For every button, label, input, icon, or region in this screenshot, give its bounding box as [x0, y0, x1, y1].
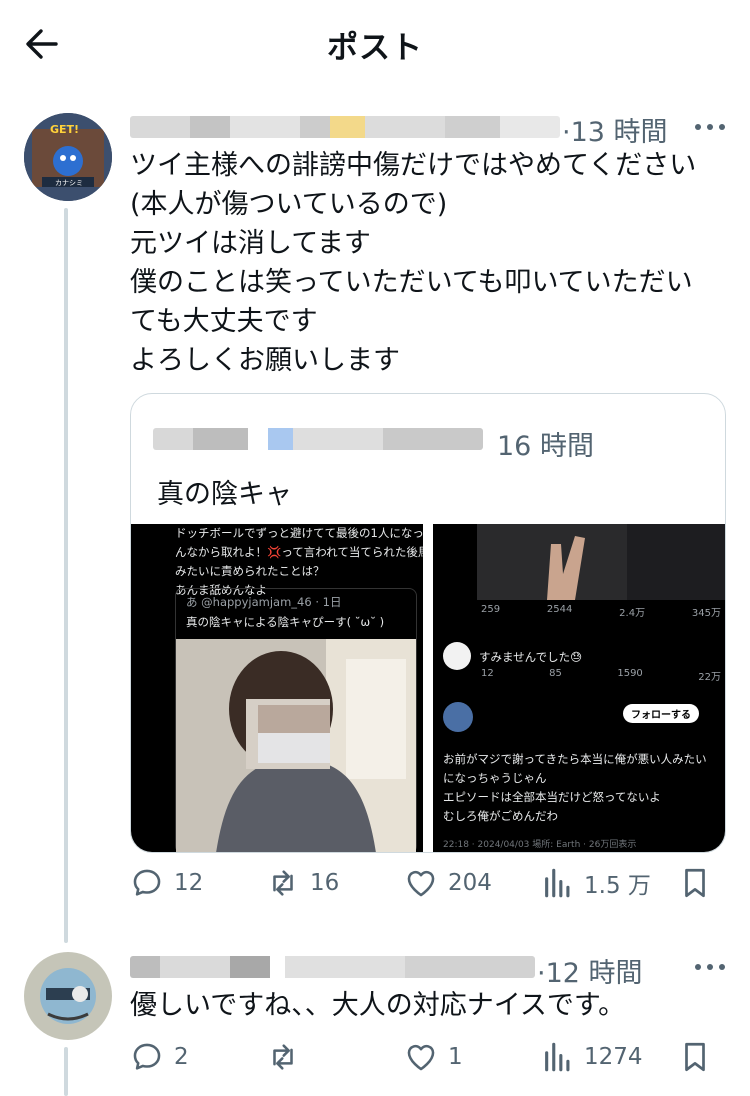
more-button[interactable] — [692, 957, 728, 977]
repost-icon — [273, 870, 293, 896]
like-count: 1 — [448, 1044, 463, 1070]
reply-icon — [133, 1043, 161, 1070]
screenshot-stats-row: 259 2544 2.4万 345万 — [481, 604, 721, 619]
repost-button[interactable] — [266, 1040, 310, 1074]
top-bar: ポスト — [0, 0, 750, 90]
views-icon — [545, 1042, 570, 1072]
timestamp[interactable]: ·12 時間 — [537, 951, 643, 990]
author-name-blurred[interactable] — [130, 956, 535, 978]
bookmark-button[interactable] — [680, 866, 710, 900]
views-icon — [545, 868, 570, 898]
thread-line-lower — [64, 1047, 68, 1096]
more-button[interactable] — [692, 117, 728, 137]
quoted-timestamp: 16 時間 — [497, 431, 594, 462]
views-count: 1.5 万 — [584, 873, 651, 899]
quoted-tweet[interactable]: 16 時間 真の陰キャ ドッチボールでずっと避けてて最後の1人になってみ んなか… — [130, 393, 726, 853]
screenshot-inner-quote: あ @happyjamjam_46 · 1日 真の陰キャによる陰キャぴーす( ˘… — [175, 588, 417, 852]
views-count: 1274 — [584, 1044, 643, 1070]
tweet-text: ツイ主様への誹謗中傷だけではやめてください (本人が傷ついているので) 元ツイは… — [130, 150, 697, 376]
screenshot-reply-stats: 12 85 1590 22万 — [481, 668, 721, 683]
like-icon — [407, 1044, 435, 1071]
like-button[interactable]: 1 — [404, 1040, 463, 1074]
quoted-author-blurred — [153, 428, 483, 450]
peace-sign-photo — [477, 524, 725, 600]
avatar-image — [24, 952, 112, 1040]
repost-button[interactable]: 16 — [266, 866, 339, 900]
screenshot-body: お前がマジで謝ってきたら本当に俺が悪い人みたい になっちゃうじゃん エピソードは… — [443, 752, 707, 823]
screenshot-inner-text: 真の陰キャによる陰キャぴーす( ˘ω˘ ) — [186, 615, 385, 629]
selfie-photo — [176, 639, 416, 852]
bookmark-icon — [685, 1042, 705, 1072]
thread-line — [64, 208, 68, 943]
avatar[interactable]: GET! カナシミ — [24, 113, 112, 201]
quoted-image-left[interactable]: ドッチボールでずっと避けてて最後の1人になってみ んなから取れよ！💢って言われて… — [131, 524, 423, 852]
like-button[interactable]: 204 — [404, 866, 492, 900]
avatar-badge: GET! — [50, 123, 80, 136]
reply-count: 12 — [174, 870, 204, 896]
screenshot-footer: 22:18 · 2024/04/03 場所: Earth · 26万回表示 — [443, 840, 637, 850]
author-name-blurred[interactable] — [130, 116, 560, 138]
repost-icon — [273, 1044, 293, 1070]
screenshot-follow-button: フォローする — [623, 704, 699, 723]
quoted-text: 真の陰キャ — [157, 479, 292, 510]
views-button[interactable]: 1.5 万 — [542, 866, 651, 900]
quoted-image-right[interactable]: 259 2544 2.4万 345万 すみませんでした😓 12 85 1590 … — [433, 524, 725, 852]
avatar-caption: カナシミ — [55, 179, 83, 187]
screenshot-inner-user: あ @happyjamjam_46 · 1日 — [186, 595, 342, 609]
more-icon — [695, 964, 725, 970]
reply-count: 2 — [174, 1044, 189, 1070]
screenshot-user-avatar — [443, 702, 473, 732]
bookmark-icon — [685, 868, 705, 898]
views-button[interactable]: 1274 — [542, 1040, 643, 1074]
page-title: ポスト — [327, 30, 423, 66]
timestamp[interactable]: ·13 時間 — [562, 110, 668, 149]
reply-button[interactable]: 2 — [130, 1040, 189, 1074]
repost-count: 16 — [310, 870, 340, 896]
more-icon — [695, 124, 725, 130]
bookmark-button[interactable] — [680, 1040, 710, 1074]
avatar[interactable] — [24, 952, 112, 1040]
tweet-text: 優しいですね、、大人の対応ナイスです。 — [130, 990, 626, 1021]
screenshot-reply-avatar — [443, 642, 471, 670]
reply-icon — [133, 869, 161, 896]
like-icon — [407, 870, 435, 897]
screenshot-reply-text: すみませんでした😓 — [479, 650, 583, 664]
reply-button[interactable]: 12 — [130, 866, 203, 900]
like-count: 204 — [448, 870, 492, 896]
